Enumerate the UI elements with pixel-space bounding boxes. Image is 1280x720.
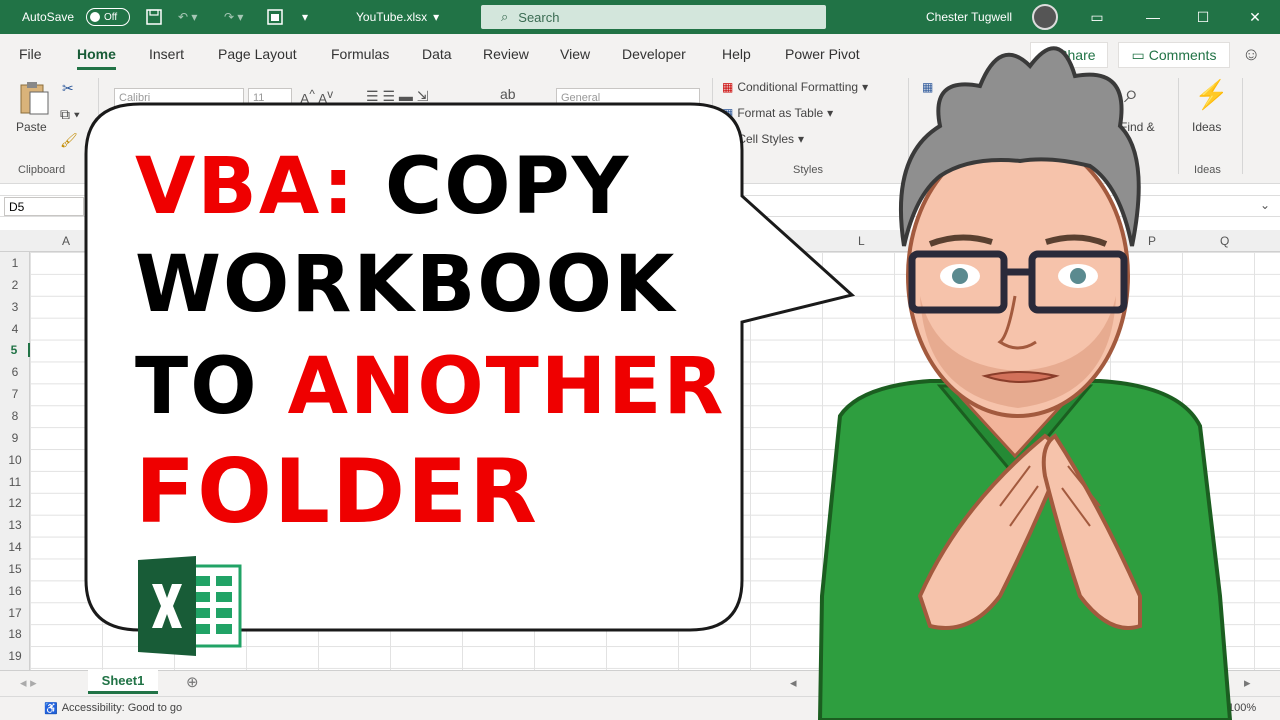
- headline-line-3: TO ANOTHER: [135, 348, 725, 426]
- excel-logo-icon: [138, 556, 242, 656]
- headline-to: TO: [135, 342, 259, 432]
- headline-vba: VBA:: [135, 142, 356, 232]
- excel-window: AutoSave Off ↶ ▾ ↷ ▾ ▾ YouTube.xlsx ▾ ⌕ S…: [0, 0, 1280, 720]
- headline-another: ANOTHER: [287, 342, 726, 432]
- headline-line-4: FOLDER: [135, 440, 539, 543]
- headline-line-2: WORKBOOK: [135, 240, 677, 330]
- cartoon-presenter-illustration: [817, 46, 1233, 720]
- headline-line-1: VBA: COPY: [135, 148, 630, 226]
- headline-copy: COPY: [384, 142, 631, 232]
